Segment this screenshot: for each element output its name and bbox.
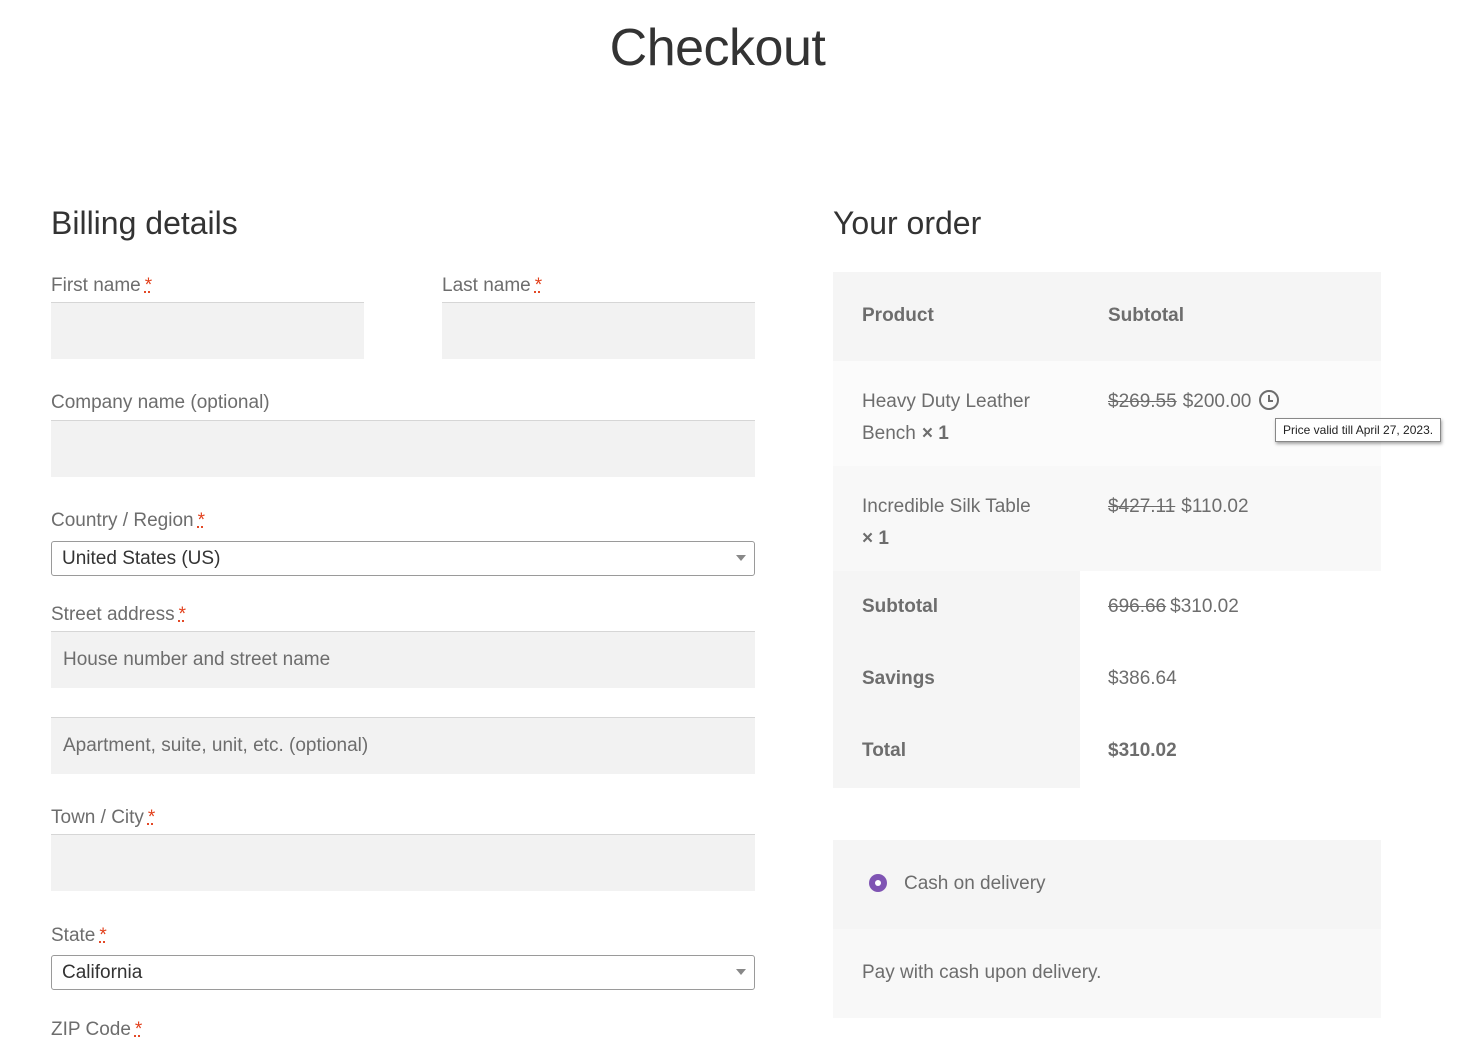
chevron-down-icon	[736, 555, 746, 561]
order-title: Your order	[833, 205, 982, 241]
subtotal-label: Subtotal	[862, 596, 938, 617]
payment-option-cod[interactable]: Cash on delivery	[833, 840, 1381, 929]
street-address-2-input[interactable]	[51, 717, 755, 774]
old-subtotal: 696.66	[1108, 596, 1167, 617]
state-label: State *	[51, 925, 107, 947]
table-row: Heavy Duty Leather Bench × 1 $269.55 $200.…	[833, 361, 1381, 466]
required-marker: *	[144, 275, 153, 296]
street-label: Street address *	[51, 604, 186, 626]
table-row: Incredible Silk Table × 1 $427.11 $110.02	[833, 466, 1381, 571]
order-totals: Subtotal 696.66 $310.02 Savings $386.64 T…	[833, 571, 1381, 788]
required-marker: *	[147, 807, 156, 828]
required-marker: *	[134, 1019, 143, 1040]
last-name-label-text: Last name	[442, 275, 531, 296]
item-price: $269.55 $200.00	[1108, 386, 1280, 418]
country-select-value: United States (US)	[62, 547, 221, 569]
first-name-label: First name *	[51, 275, 152, 297]
payment-description: Pay with cash upon delivery.	[862, 962, 1102, 983]
required-marker: *	[534, 275, 543, 296]
item-name: Heavy Duty Leather Bench × 1	[862, 386, 1082, 450]
country-select[interactable]: United States (US)	[51, 541, 755, 576]
item-name-line: Incredible Silk Table	[862, 496, 1031, 517]
savings-value: $386.64	[1108, 668, 1177, 689]
subtotal-amount: $310.02	[1170, 596, 1239, 617]
product-column-header: Product	[862, 305, 934, 326]
first-name-label-text: First name	[51, 275, 141, 296]
company-label: Company name (optional)	[51, 392, 270, 413]
item-quantity: × 1	[921, 423, 949, 444]
required-marker: *	[99, 925, 107, 946]
country-label-text: Country / Region	[51, 510, 194, 531]
state-label-text: State	[51, 925, 96, 946]
payment-method-label[interactable]: Cash on delivery	[904, 873, 1046, 895]
payment-description-box: Pay with cash upon delivery.	[833, 929, 1381, 1018]
item-name-line: Bench	[862, 423, 916, 444]
sale-price: $200.00	[1182, 391, 1252, 412]
item-name: Incredible Silk Table × 1	[862, 491, 1082, 555]
company-input[interactable]	[51, 420, 755, 477]
city-input[interactable]	[51, 834, 755, 891]
subtotal-column-header: Subtotal	[1108, 305, 1184, 326]
zip-label-text: ZIP Code	[51, 1019, 131, 1040]
cod-radio[interactable]	[869, 874, 887, 892]
item-price: $427.11 $110.02	[1108, 491, 1249, 523]
savings-label: Savings	[862, 668, 935, 689]
clock-icon[interactable]	[1259, 390, 1280, 410]
price-validity-tooltip: Price valid till April 27, 2023.	[1275, 418, 1442, 442]
page-title: Checkout	[609, 19, 826, 77]
total-value: $310.02	[1108, 740, 1177, 761]
chevron-down-icon	[736, 969, 746, 975]
last-name-label: Last name *	[442, 275, 542, 297]
billing-title: Billing details	[51, 205, 238, 241]
first-name-input[interactable]	[51, 302, 364, 359]
city-label-text: Town / City	[51, 807, 144, 828]
total-label: Total	[862, 740, 906, 761]
item-quantity: × 1	[862, 528, 889, 549]
country-label: Country / Region *	[51, 510, 205, 532]
state-select-value: California	[62, 961, 143, 983]
last-name-input[interactable]	[442, 302, 755, 359]
item-name-line: Heavy Duty Leather	[862, 391, 1030, 412]
payment-methods: Cash on delivery Pay with cash upon deli…	[833, 840, 1381, 1018]
sale-price: $110.02	[1181, 496, 1249, 517]
street-label-text: Street address	[51, 604, 175, 625]
required-marker: *	[178, 604, 186, 625]
old-price: $269.55	[1108, 391, 1177, 412]
city-label: Town / City *	[51, 807, 155, 829]
old-price: $427.11	[1108, 496, 1176, 517]
street-address-input[interactable]	[51, 631, 755, 688]
zip-label: ZIP Code *	[51, 1019, 142, 1041]
required-marker: *	[197, 510, 205, 531]
state-select[interactable]: California	[51, 955, 755, 990]
order-table-header: Product Subtotal	[833, 272, 1381, 361]
subtotal-value: 696.66 $310.02	[1108, 596, 1239, 618]
